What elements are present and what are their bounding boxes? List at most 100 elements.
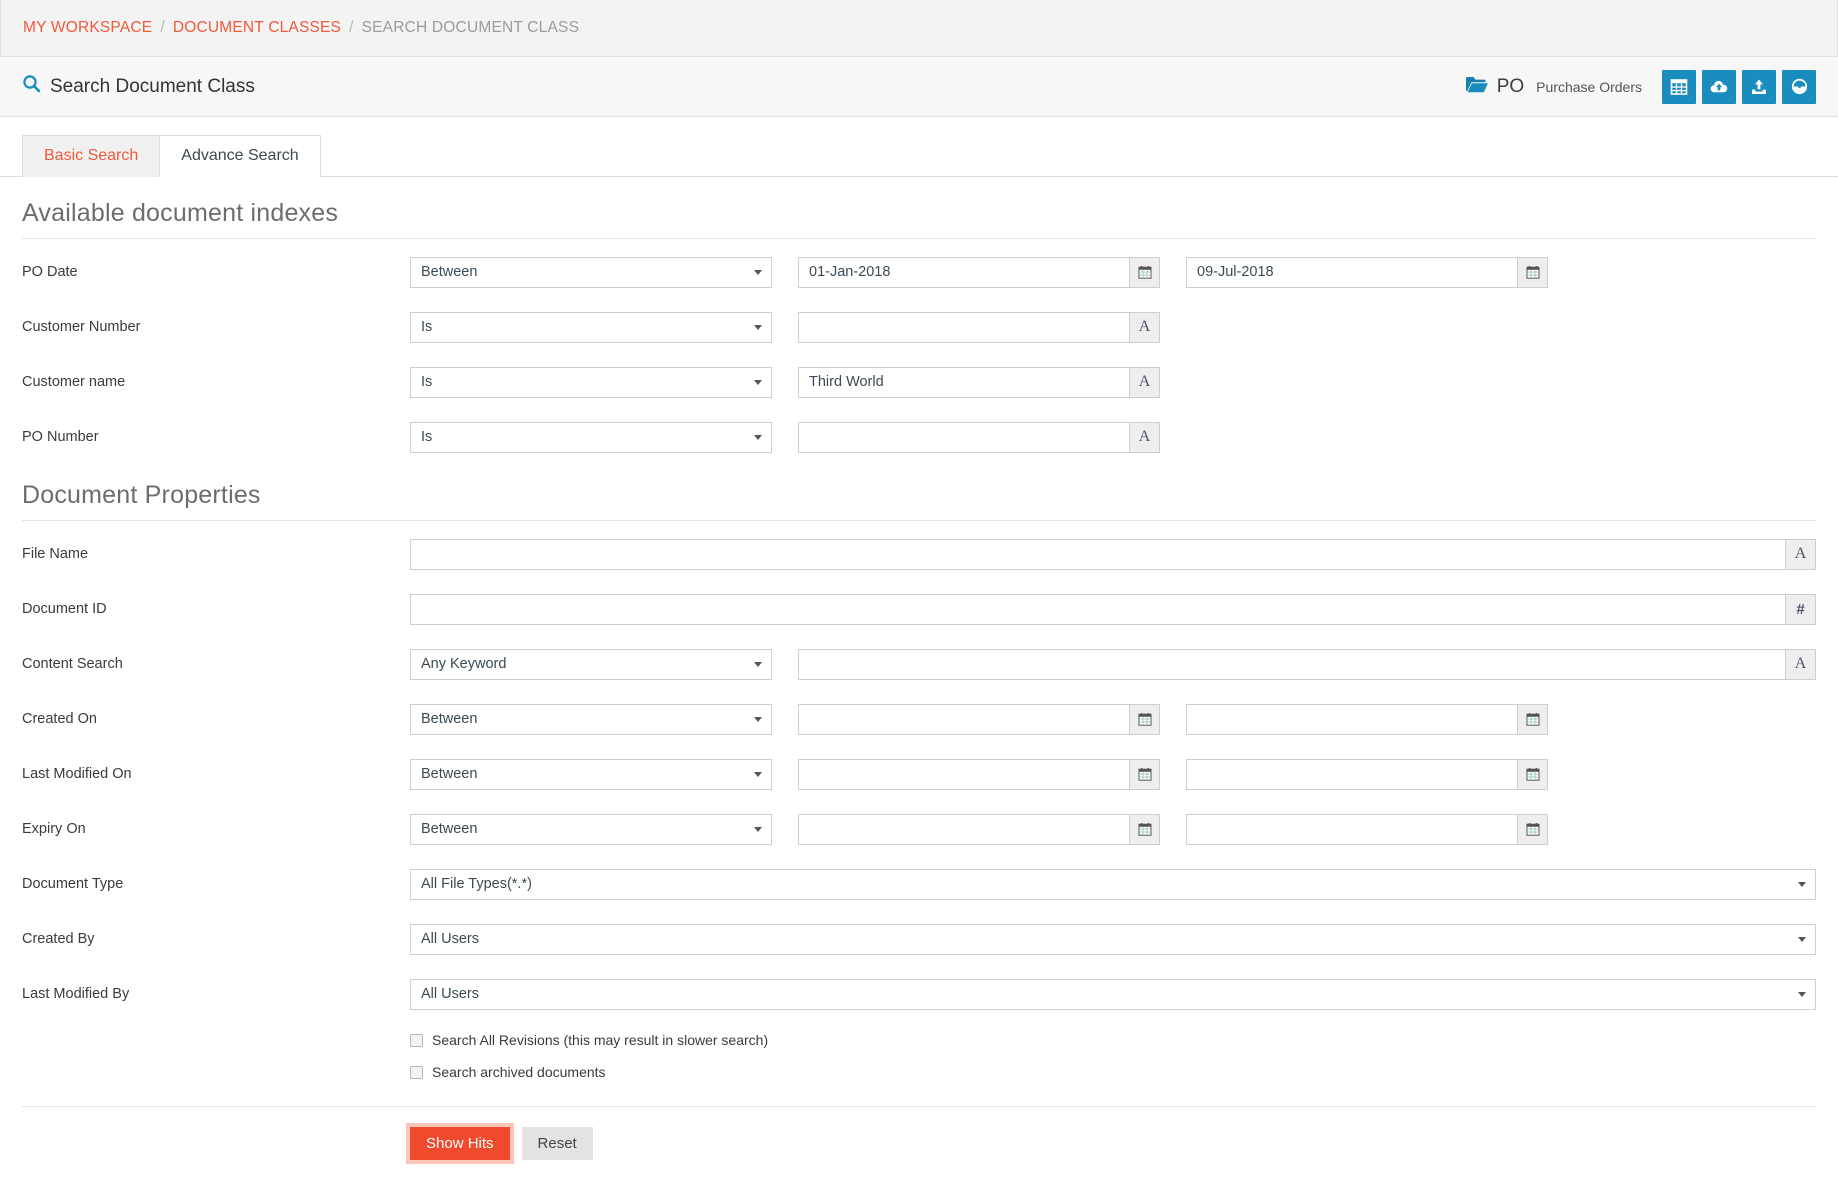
header-actions: PO Purchase Orders bbox=[1465, 69, 1816, 104]
upload-button[interactable] bbox=[1742, 69, 1776, 104]
checkbox-row-search-archived: Search archived documents bbox=[22, 1064, 1816, 1080]
po-date-operator-select[interactable]: Between bbox=[410, 256, 772, 288]
calendar-icon[interactable] bbox=[1517, 758, 1548, 790]
search-archived-documents-checkbox[interactable] bbox=[410, 1065, 423, 1079]
field-row-document-id: Document ID # bbox=[22, 587, 1816, 631]
file-name-input[interactable] bbox=[410, 538, 1785, 570]
last-modified-on-from-input[interactable] bbox=[798, 758, 1129, 790]
text-type-icon[interactable]: A bbox=[1785, 648, 1816, 680]
field-label-file-name: File Name bbox=[22, 546, 89, 562]
po-number-operator-select[interactable]: Is bbox=[410, 421, 772, 453]
last-modified-on-operator-value: Between bbox=[421, 766, 478, 782]
last-modified-by-select[interactable]: All Users bbox=[410, 978, 1816, 1010]
field-label-last-modified-on: Last Modified On bbox=[22, 766, 132, 782]
folder-icon bbox=[1465, 75, 1489, 99]
folder-name: Purchase Orders bbox=[1536, 78, 1642, 95]
field-label-expiry-on: Expiry On bbox=[22, 821, 86, 837]
calendar-icon[interactable] bbox=[1129, 703, 1160, 735]
field-row-file-name: File Name A bbox=[22, 532, 1816, 576]
search-all-revisions-checkbox[interactable] bbox=[410, 1033, 423, 1047]
customer-name-input[interactable]: Third World bbox=[798, 366, 1129, 398]
customer-name-operator-select[interactable]: Is bbox=[410, 366, 772, 398]
section-title-indexes: Available document indexes bbox=[22, 199, 339, 227]
chevron-down-icon bbox=[754, 325, 762, 330]
field-label-created-by: Created By bbox=[22, 931, 95, 947]
calendar-icon[interactable] bbox=[1129, 256, 1160, 288]
expiry-on-operator-select[interactable]: Between bbox=[410, 813, 772, 845]
calendar-icon[interactable] bbox=[1517, 813, 1548, 845]
po-date-from-input[interactable]: 01-Jan-2018 bbox=[798, 256, 1129, 288]
expiry-on-to-input[interactable] bbox=[1186, 813, 1517, 845]
po-number-operator-value: Is bbox=[421, 429, 433, 445]
dashboard-button[interactable] bbox=[1782, 69, 1816, 104]
created-on-to-input[interactable] bbox=[1186, 703, 1517, 735]
tab-advance-search[interactable]: Advance Search bbox=[159, 135, 321, 177]
chevron-down-icon bbox=[1798, 882, 1806, 887]
calendar-icon[interactable] bbox=[1129, 813, 1160, 845]
tab-basic-search[interactable]: Basic Search bbox=[22, 135, 161, 177]
calendar-icon[interactable] bbox=[1517, 256, 1548, 288]
po-date-to-input[interactable]: 09-Jul-2018 bbox=[1186, 256, 1517, 288]
customer-name-group: Third World A bbox=[798, 366, 1160, 398]
text-type-icon[interactable]: A bbox=[1785, 538, 1816, 570]
calendar-icon[interactable] bbox=[1517, 703, 1548, 735]
file-name-group: A bbox=[410, 538, 1816, 570]
last-modified-by-value: All Users bbox=[421, 986, 480, 1002]
field-label-content-search: Content Search bbox=[22, 656, 123, 672]
po-number-input[interactable] bbox=[798, 421, 1129, 453]
breadcrumb-item-document-classes[interactable]: DOCUMENT CLASSES bbox=[173, 19, 341, 37]
created-by-select[interactable]: All Users bbox=[410, 923, 1816, 955]
grid-view-button[interactable] bbox=[1662, 69, 1696, 104]
field-label-customer-number: Customer Number bbox=[22, 319, 141, 335]
field-row-created-on: Created On Between bbox=[22, 697, 1816, 741]
content-search-operator-value: Any Keyword bbox=[421, 656, 507, 672]
text-type-icon[interactable]: A bbox=[1129, 366, 1160, 398]
chevron-down-icon bbox=[754, 662, 762, 667]
created-on-from-input[interactable] bbox=[798, 703, 1129, 735]
search-archived-documents-label: Search archived documents bbox=[432, 1064, 606, 1080]
text-type-icon[interactable]: A bbox=[1129, 311, 1160, 343]
cloud-upload-button[interactable] bbox=[1702, 69, 1736, 104]
expiry-on-from-input[interactable] bbox=[798, 813, 1129, 845]
chevron-down-icon bbox=[1798, 992, 1806, 997]
document-type-select[interactable]: All File Types(*.*) bbox=[410, 868, 1816, 900]
field-row-expiry-on: Expiry On Between bbox=[22, 807, 1816, 851]
chevron-down-icon bbox=[754, 717, 762, 722]
document-type-value: All File Types(*.*) bbox=[421, 876, 532, 892]
calendar-icon[interactable] bbox=[1129, 758, 1160, 790]
chevron-down-icon bbox=[754, 827, 762, 832]
expiry-on-operator-value: Between bbox=[421, 821, 478, 837]
text-type-icon[interactable]: A bbox=[1129, 421, 1160, 453]
created-on-operator-select[interactable]: Between bbox=[410, 703, 772, 735]
document-id-input[interactable] bbox=[410, 593, 1785, 625]
last-modified-on-to-input[interactable] bbox=[1186, 758, 1517, 790]
field-row-customer-number: Customer Number Is A bbox=[22, 305, 1816, 349]
search-form: Available document indexes PO Date Betwe… bbox=[0, 199, 1838, 1164]
field-row-last-modified-by: Last Modified By All Users bbox=[22, 972, 1816, 1016]
content-search-operator-select[interactable]: Any Keyword bbox=[410, 648, 772, 680]
customer-number-input[interactable] bbox=[798, 311, 1129, 343]
page-title: Search Document Class bbox=[22, 74, 255, 99]
page-title-text: Search Document Class bbox=[50, 75, 255, 97]
footer-divider bbox=[22, 1106, 1816, 1107]
po-number-group: A bbox=[798, 421, 1160, 453]
last-modified-on-operator-select[interactable]: Between bbox=[410, 758, 772, 790]
content-search-input[interactable] bbox=[798, 648, 1785, 680]
created-on-to-group bbox=[1186, 703, 1548, 735]
breadcrumb-separator: / bbox=[160, 19, 165, 36]
checkbox-row-search-all-revisions: Search All Revisions (this may result in… bbox=[22, 1032, 1816, 1048]
chevron-down-icon bbox=[754, 380, 762, 385]
dashboard-gauge-icon bbox=[1790, 77, 1809, 96]
field-row-created-by: Created By All Users bbox=[22, 917, 1816, 961]
field-row-po-number: PO Number Is A bbox=[22, 415, 1816, 459]
reset-button[interactable]: Reset bbox=[521, 1127, 593, 1160]
tab-advance-search-label: Advance Search bbox=[181, 147, 299, 164]
show-hits-button[interactable]: Show Hits bbox=[406, 1123, 514, 1164]
breadcrumb: MY WORKSPACE / DOCUMENT CLASSES / SEARCH… bbox=[0, 0, 1838, 57]
breadcrumb-item-my-workspace[interactable]: MY WORKSPACE bbox=[23, 19, 152, 37]
field-row-last-modified-on: Last Modified On Between bbox=[22, 752, 1816, 796]
number-type-icon[interactable]: # bbox=[1785, 593, 1816, 625]
customer-number-operator-select[interactable]: Is bbox=[410, 311, 772, 343]
chevron-down-icon bbox=[754, 435, 762, 440]
folder-chip[interactable]: PO Purchase Orders bbox=[1465, 75, 1642, 99]
